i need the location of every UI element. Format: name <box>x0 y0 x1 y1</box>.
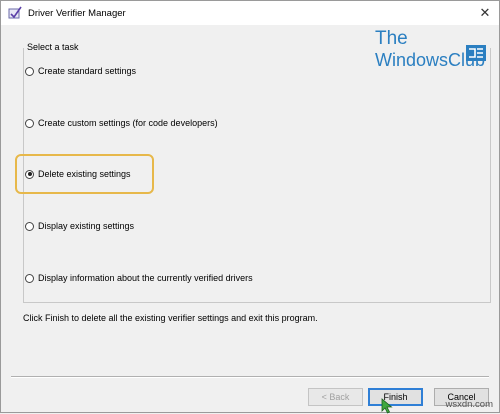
windowsclub-logo-icon <box>466 45 486 61</box>
close-button[interactable]: ✕ <box>474 3 496 23</box>
mouse-cursor-icon <box>381 398 393 414</box>
finish-button[interactable]: Finish <box>368 388 423 406</box>
watermark-line1: The <box>375 28 408 49</box>
option-label: Display existing settings <box>38 221 135 231</box>
option-create-custom[interactable]: Create custom settings (for code develop… <box>25 118 218 128</box>
back-button[interactable]: < Back <box>308 388 363 406</box>
radio-button[interactable] <box>25 221 34 231</box>
radio-button[interactable] <box>25 273 34 283</box>
option-label: Display information about the currently … <box>38 273 253 283</box>
option-display-existing[interactable]: Display existing settings <box>25 221 134 231</box>
option-label: Delete existing settings <box>38 169 131 179</box>
radio-button-selected[interactable] <box>25 169 34 179</box>
title-bar: Driver Verifier Manager ✕ <box>1 1 499 25</box>
separator <box>11 376 489 378</box>
option-delete-existing[interactable]: Delete existing settings <box>25 169 131 179</box>
option-label: Create standard settings <box>38 66 137 76</box>
driver-verifier-icon <box>8 6 22 19</box>
radio-button[interactable] <box>25 118 34 128</box>
window-title: Driver Verifier Manager <box>28 8 126 19</box>
group-label: Select a task <box>27 42 82 52</box>
option-display-info[interactable]: Display information about the currently … <box>25 273 253 283</box>
source-watermark: wsxdn.com <box>445 399 493 410</box>
instruction-text: Click Finish to delete all the existing … <box>23 313 318 323</box>
radio-button[interactable] <box>25 66 34 76</box>
option-label: Create custom settings (for code develop… <box>38 118 218 128</box>
close-icon: ✕ <box>479 5 491 20</box>
option-create-standard[interactable]: Create standard settings <box>25 66 136 76</box>
dialog-window: Driver Verifier Manager ✕ Select a task … <box>0 0 500 414</box>
watermark-logo: The WindowsClub <box>375 29 495 73</box>
